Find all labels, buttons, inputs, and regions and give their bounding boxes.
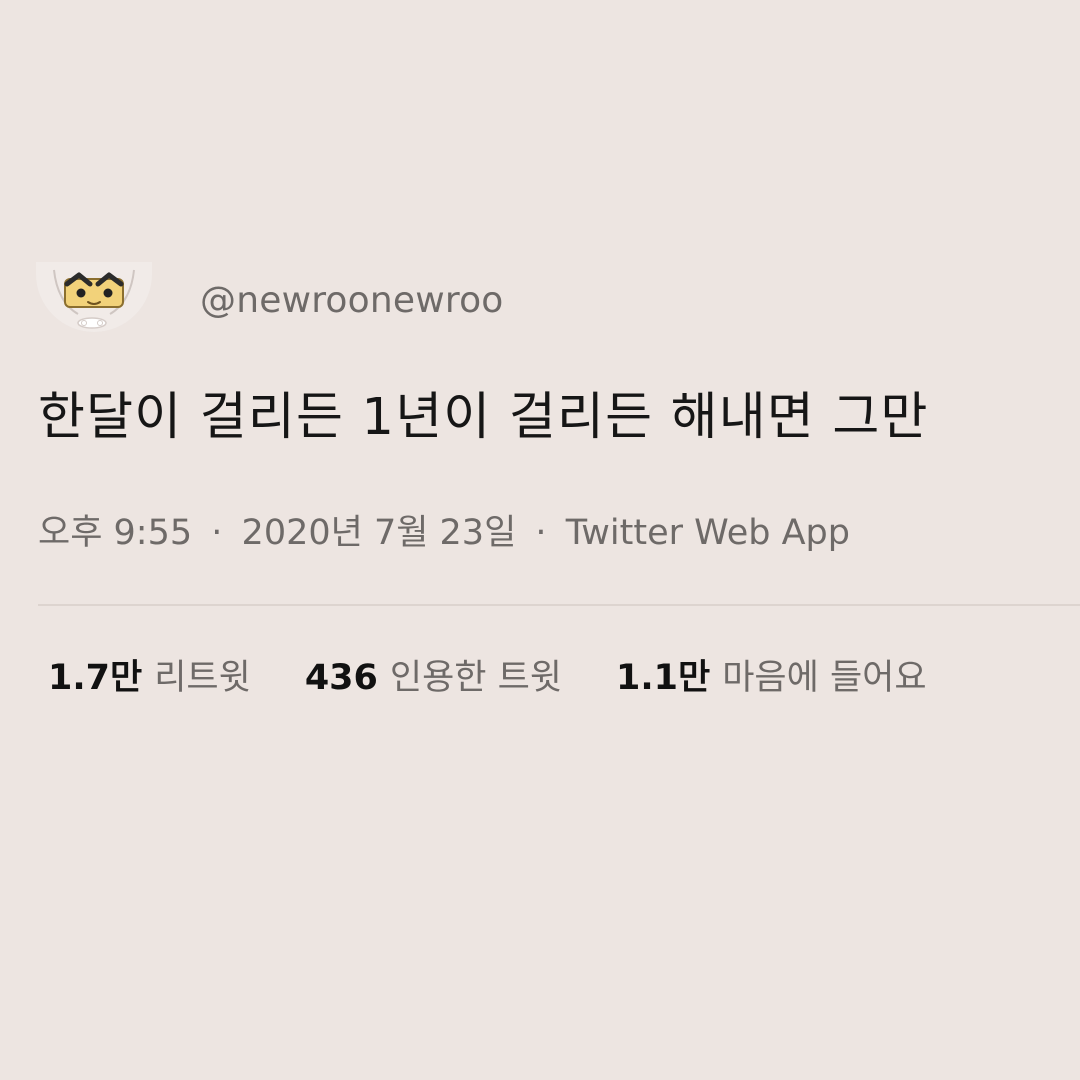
username-handle[interactable]: @newroonewroo [200, 280, 504, 322]
cartoon-character-avatar-icon [36, 262, 152, 332]
retweets-stat[interactable]: 1.7만 리트윗 [48, 657, 251, 699]
tweet-time[interactable]: 오후 9:55 [38, 513, 192, 553]
retweets-label: 리트윗 [154, 658, 251, 698]
meta-separator: · [535, 513, 547, 553]
quote-tweets-count: 436 [304, 658, 378, 698]
tweet-source-link[interactable]: Twitter Web App [566, 513, 850, 553]
likes-count: 1.1만 [616, 658, 711, 698]
quote-tweets-label: 인용한 트윗 [389, 658, 563, 698]
divider [38, 604, 1080, 606]
avatar[interactable] [36, 262, 152, 332]
retweets-count: 1.7만 [48, 658, 143, 698]
quote-tweets-stat[interactable]: 436 인용한 트윗 [305, 657, 562, 699]
likes-label: 마음에 들어요 [722, 658, 927, 698]
tweet-stats: 1.7만 리트윗 436 인용한 트윗 1.1만 마음에 들어요 [48, 656, 927, 700]
meta-separator: · [211, 513, 223, 553]
tweet-meta: 오후 9:55 · 2020년 7월 23일 · Twitter Web App [38, 512, 850, 554]
tweet-text: 한달이 걸리든 1년이 걸리든 해내면 그만 [38, 388, 929, 447]
likes-stat[interactable]: 1.1만 마음에 들어요 [616, 657, 927, 699]
tweet-card: @newroonewroo 한달이 걸리든 1년이 걸리든 해내면 그만 오후 … [0, 0, 1080, 1080]
tweet-date[interactable]: 2020년 7월 23일 [242, 513, 517, 553]
